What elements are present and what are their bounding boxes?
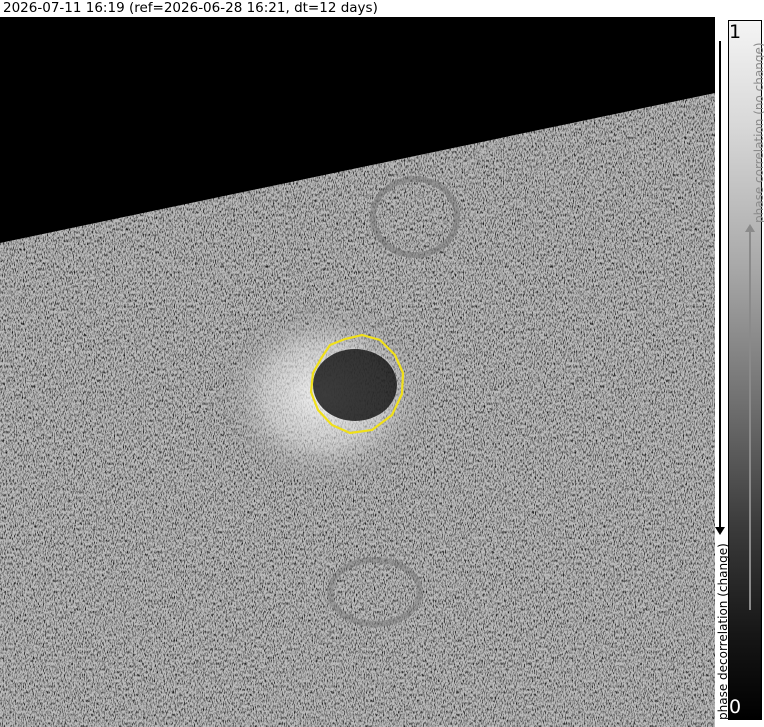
colorbar-high-label: phase correlation (no change) xyxy=(752,42,764,223)
image-title: 2026-07-11 16:19 (ref=2026-06-28 16:21, … xyxy=(3,0,378,16)
arrow-down-icon xyxy=(715,527,725,535)
colorbar-low-label: phase decorrelation (change) xyxy=(716,543,730,720)
crater-interior xyxy=(313,349,397,421)
arrow-down-line xyxy=(719,41,721,533)
arrow-up-line xyxy=(749,230,751,610)
colorbar-max-label: 1 xyxy=(729,21,742,43)
colorbar: 1 0 phase correlation (no change) phase … xyxy=(715,17,764,727)
coherence-map xyxy=(0,17,715,727)
colorbar-min-label: 0 xyxy=(729,696,742,718)
